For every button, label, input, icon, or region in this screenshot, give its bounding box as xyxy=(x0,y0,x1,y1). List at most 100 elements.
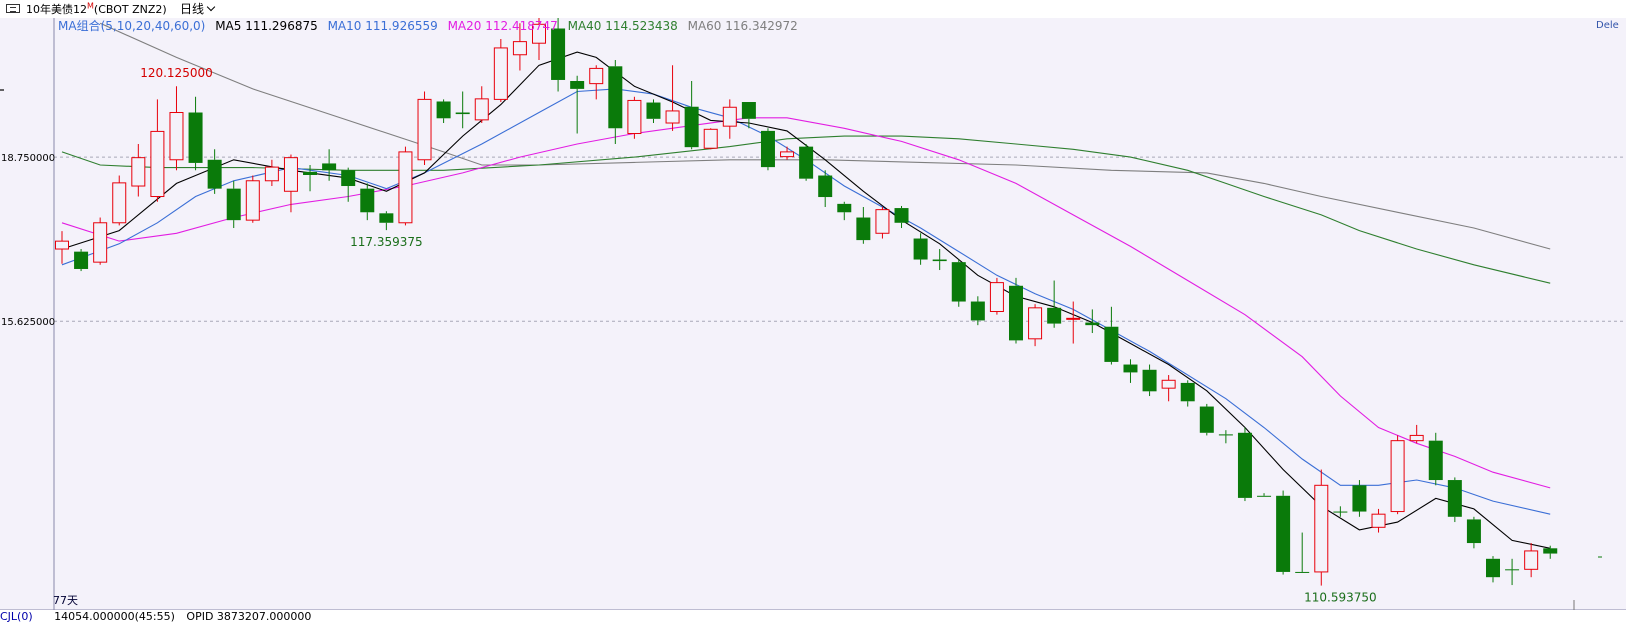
period-label: 日线 xyxy=(180,2,205,16)
days-count-label: 77天 xyxy=(53,594,78,607)
candle-body-down xyxy=(1257,495,1272,497)
candle-body-up xyxy=(150,130,165,198)
candle xyxy=(1352,480,1367,517)
candle-body-down xyxy=(856,217,871,241)
candle-body-down xyxy=(1543,548,1558,554)
volume-value: 14054.000000(45:55) xyxy=(54,610,175,623)
candle-body-down xyxy=(608,66,623,129)
candle xyxy=(1428,432,1443,486)
candle xyxy=(951,259,966,307)
candle-body-up xyxy=(417,98,432,161)
candle-body-down xyxy=(322,163,337,171)
candle-body-up xyxy=(722,106,737,127)
candle-body-down xyxy=(646,102,661,119)
candle-body-up xyxy=(493,47,508,100)
candle-body-down xyxy=(1142,369,1157,392)
candle xyxy=(1009,277,1023,344)
candle-body-down xyxy=(741,102,756,119)
open-interest-value: OPID 3873207.000000 xyxy=(186,610,312,623)
candle xyxy=(245,175,260,223)
candle-body-down xyxy=(303,171,318,175)
candle-body-down xyxy=(760,130,775,168)
instrument-title: 10年美债12M(CBOT ZNZ2) xyxy=(26,1,167,17)
instrument-month-marker: M xyxy=(87,1,94,11)
candle-body-down xyxy=(951,262,966,302)
candle-body-down xyxy=(1352,485,1367,512)
candle-body-up xyxy=(1390,440,1405,513)
price-tick-label: 15.625000 xyxy=(1,317,55,328)
candle-body-up xyxy=(1314,484,1329,573)
candle xyxy=(1314,469,1329,586)
candle-body-up xyxy=(665,110,680,124)
price-annotation: 110.593750 xyxy=(1304,590,1377,604)
candle-body-up xyxy=(875,209,890,234)
instrument-code: (CBOT ZNZ2) xyxy=(93,3,167,16)
candle xyxy=(112,175,127,226)
candle-body-down xyxy=(341,170,356,187)
candle-body-down xyxy=(1047,307,1062,324)
ma-legend: MA组合(5,10,20,40,60,0) MA5 111.296875 MA1… xyxy=(58,17,804,34)
candle-body-down xyxy=(894,208,909,223)
volume-indicator-name[interactable]: CJL(0) xyxy=(0,610,33,623)
candle-body-up xyxy=(1409,434,1424,442)
candle-body-down xyxy=(207,159,222,189)
ma-group-label[interactable]: MA组合(5,10,20,40,60,0) xyxy=(58,19,205,33)
candle-body-down xyxy=(799,146,814,179)
candle-body-down xyxy=(74,251,89,269)
candle-body-up xyxy=(112,182,127,224)
candle-body-down xyxy=(1085,322,1100,326)
candle-body-down xyxy=(684,106,699,148)
candle-body-up xyxy=(283,157,298,192)
candle-body-up xyxy=(93,222,108,263)
delete-label-clipped[interactable]: Dele xyxy=(1596,20,1619,31)
candle-body-up xyxy=(55,240,69,250)
candle xyxy=(398,146,413,226)
candle xyxy=(1199,403,1214,436)
candle-body-down xyxy=(1333,511,1348,513)
candle-body-up xyxy=(989,282,1004,313)
candle xyxy=(1390,435,1405,515)
candle xyxy=(627,96,642,139)
candle xyxy=(703,128,718,150)
period-dropdown[interactable]: 日线 xyxy=(180,0,216,17)
candle-body-up xyxy=(1028,307,1043,340)
candle-body-down xyxy=(570,81,585,89)
ma10-value: MA10 111.926559 xyxy=(327,19,438,33)
candlestick-chart[interactable]: 18.75000015.625000 120.125000122.0781251… xyxy=(0,18,1626,610)
candle-body-down xyxy=(932,259,947,262)
ma20-value: MA20 112.418747 xyxy=(447,19,558,33)
candle-body-down xyxy=(1218,434,1233,436)
candle-body-down xyxy=(379,213,394,223)
ma40-value: MA40 114.523438 xyxy=(567,19,678,33)
candle-body-down xyxy=(551,28,566,80)
candle-body-down xyxy=(1447,480,1462,517)
candle-body-down xyxy=(1009,285,1023,341)
price-tick-label: 18.750000 xyxy=(1,153,55,164)
instrument-name: 10年美债12 xyxy=(26,3,87,16)
candle-body-down xyxy=(818,175,833,198)
candle-body-down xyxy=(1428,440,1443,481)
price-annotation: 120.125000 xyxy=(140,66,213,80)
candle-body-down xyxy=(1486,558,1500,578)
candle-body-up xyxy=(1371,513,1386,528)
candle-body-down xyxy=(1466,519,1481,544)
candle xyxy=(760,128,775,171)
indicator-bar: CJL(0) 14054.000000(45:55) OPID 3873207.… xyxy=(0,610,311,623)
candle-body-up xyxy=(627,99,642,135)
price-annotation: 117.359375 xyxy=(350,235,423,249)
candle xyxy=(1447,477,1462,523)
candle-body-down xyxy=(970,301,985,321)
candle xyxy=(799,144,814,181)
candle-body-up xyxy=(589,67,604,85)
title-bar: 10年美债12M(CBOT ZNZ2) 日线 xyxy=(0,0,1626,18)
candle-body-up xyxy=(1161,379,1176,389)
chart-window-icon[interactable] xyxy=(6,4,20,13)
chevron-down-icon xyxy=(206,2,216,12)
candle-body-up xyxy=(169,112,184,161)
candle xyxy=(74,249,89,272)
candle-body-up xyxy=(512,41,527,56)
candle-body-down xyxy=(360,188,375,213)
candle xyxy=(417,91,432,166)
candle-body-up xyxy=(703,128,718,149)
candle-body-up xyxy=(131,157,146,187)
